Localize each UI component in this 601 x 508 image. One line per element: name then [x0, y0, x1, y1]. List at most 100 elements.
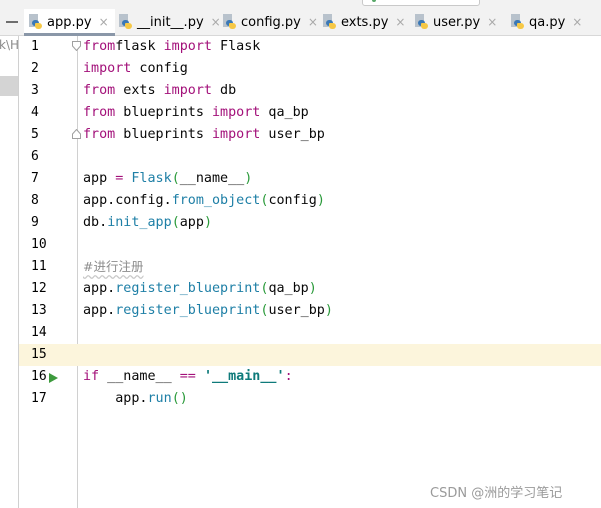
code-line[interactable]: app.register_blueprint(user_bp) — [83, 300, 333, 322]
tab-label: __init__.py — [137, 14, 204, 30]
code-token: ) — [316, 193, 325, 208]
code-token: __name__ — [179, 171, 245, 186]
code-line[interactable]: db.init_app(app) — [83, 212, 212, 234]
code-token: ( — [171, 215, 180, 230]
code-token: from — [83, 83, 116, 98]
tab-qa-py[interactable]: qa.py × — [506, 9, 588, 35]
code-token: run — [147, 391, 172, 406]
code-token: db — [212, 83, 237, 98]
run-config-selector[interactable] — [362, 0, 480, 6]
line-number: 8 — [31, 193, 39, 208]
code-token: user_bp — [260, 127, 325, 142]
code-token: : — [284, 369, 293, 384]
code-token: register_blueprint — [115, 281, 261, 296]
tab-user-py[interactable]: user.py × — [410, 9, 503, 35]
code-token: import — [163, 39, 212, 54]
code-token: __name__ — [99, 369, 180, 384]
code-token: ( — [171, 171, 180, 186]
python-file-icon — [322, 14, 336, 30]
code-line[interactable]: fromflask import Flask — [83, 36, 260, 58]
code-line[interactable]: app.run() — [83, 388, 188, 410]
code-token: Flask — [131, 171, 172, 186]
project-panel: k\H — [0, 36, 19, 508]
code-token: '__main__' — [203, 369, 285, 384]
code-token: app. — [83, 281, 116, 296]
tab-app-py[interactable]: app.py × — [24, 9, 115, 36]
minimize-icon[interactable] — [6, 21, 18, 23]
project-path-fragment: k\H — [0, 38, 19, 52]
line-number: 7 — [31, 171, 39, 186]
line-number: 10 — [31, 237, 47, 252]
python-file-icon — [28, 14, 42, 30]
python-file-icon — [510, 14, 524, 30]
python-file-icon — [118, 14, 132, 30]
close-icon[interactable]: × — [572, 15, 582, 29]
close-icon[interactable]: × — [99, 15, 109, 29]
current-line-highlight — [19, 344, 601, 366]
close-icon[interactable]: × — [395, 15, 405, 29]
line-number: 2 — [31, 61, 39, 76]
line-number: 15 — [31, 347, 47, 362]
code-token: app — [179, 215, 204, 230]
line-number: 4 — [31, 105, 39, 120]
code-token: () — [171, 391, 188, 406]
tab-label: user.py — [433, 14, 481, 30]
code-line[interactable]: app = Flask(__name__) — [83, 168, 252, 190]
code-token: from — [83, 127, 116, 142]
code-token: Flask — [212, 39, 261, 54]
code-token: from — [83, 39, 116, 54]
line-number: 6 — [31, 149, 39, 164]
line-number: 11 — [31, 259, 47, 274]
line-number: 12 — [31, 281, 47, 296]
code-line[interactable]: if __name__ == '__main__': — [83, 366, 293, 388]
code-token: from — [83, 105, 116, 120]
code-token: exts — [115, 83, 164, 98]
code-token: qa_bp — [268, 281, 309, 296]
tab-label: qa.py — [529, 14, 566, 30]
code-line[interactable]: app.register_blueprint(qa_bp) — [83, 278, 317, 300]
code-token: app. — [83, 391, 148, 406]
line-number: 1 — [31, 39, 39, 54]
code-line[interactable]: from blueprints import user_bp — [83, 124, 325, 146]
tab-config-py[interactable]: config.py × — [218, 9, 324, 35]
code-line[interactable]: app.config.from_object(config) — [83, 190, 325, 212]
code-token: import — [212, 105, 261, 120]
close-icon[interactable]: × — [487, 15, 497, 29]
fold-start-icon[interactable] — [72, 41, 81, 51]
line-number: 13 — [31, 303, 47, 318]
code-token: #进行注册 — [83, 259, 144, 274]
code-token: ) — [308, 281, 317, 296]
editor-tab-bar: app.py × __init__.py × config.py × exts.py × use… — [0, 9, 601, 36]
code-token: init_app — [107, 215, 172, 230]
python-file-icon — [414, 14, 428, 30]
code-token: if — [83, 369, 100, 384]
code-token: register_blueprint — [115, 303, 261, 318]
selected-tree-item[interactable] — [0, 76, 18, 96]
code-line[interactable]: from blueprints import qa_bp — [83, 102, 309, 124]
code-token: from_object — [171, 193, 261, 208]
line-number: 17 — [31, 391, 47, 406]
tab-label: config.py — [241, 14, 301, 30]
code-line[interactable]: import config — [83, 58, 188, 80]
watermark: CSDN @洲的学习笔记 — [430, 486, 563, 501]
close-icon[interactable]: × — [308, 15, 318, 29]
tab-label: app.py — [47, 14, 92, 30]
code-token: app.config. — [83, 193, 172, 208]
code-token: user_bp — [268, 303, 325, 318]
run-icon[interactable] — [49, 373, 58, 383]
code-token: app. — [83, 303, 116, 318]
tab-exts-py[interactable]: exts.py × — [318, 9, 411, 35]
tab-init-py[interactable]: __init__.py × — [114, 9, 227, 35]
line-number: 5 — [31, 127, 39, 142]
fold-end-icon[interactable] — [72, 129, 81, 139]
code-line[interactable]: from exts import db — [83, 80, 236, 102]
code-token: ) — [203, 215, 212, 230]
code-line[interactable]: #进行注册 — [83, 256, 143, 278]
python-file-icon — [222, 14, 236, 30]
code-token: ) — [244, 171, 253, 186]
line-number: 9 — [31, 215, 39, 230]
code-token: app — [83, 171, 116, 186]
code-token: import — [83, 61, 132, 76]
code-token: ) — [324, 303, 333, 318]
